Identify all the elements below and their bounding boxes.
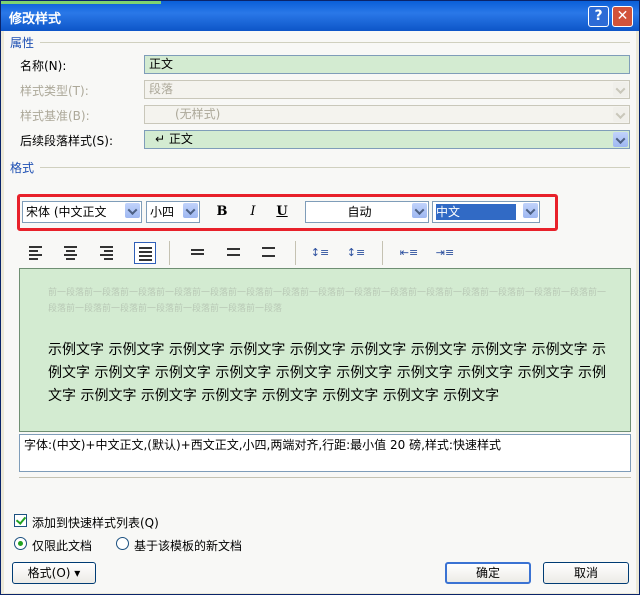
modify-style-dialog: 修改样式 ? ✕ 属性 名称(N): 正文 样式类型(T): 段落 样式基准(B… (0, 0, 640, 595)
add-quick-style-checkbox[interactable] (14, 514, 27, 527)
title-bar: 修改样式 ? ✕ (1, 1, 639, 31)
sample-text: 示例文字 示例文字 示例文字 示例文字 示例文字 示例文字 示例文字 示例文字 … (48, 342, 607, 404)
chevron-down-icon (183, 203, 198, 218)
style-preview: 前一段落前一段落前一段落前一段落前一段落前一段落前一段落前一段落前一段落前一段落… (19, 268, 631, 432)
toolbar-separator (382, 241, 383, 265)
properties-group-label: 属性 (10, 36, 35, 50)
increase-indent-icon[interactable]: ⇥≡ (434, 242, 456, 264)
one-half-spacing-icon (227, 248, 240, 258)
dialog-body: 属性 名称(N): 正文 样式类型(T): 段落 样式基准(B): (无样式) … (4, 31, 636, 593)
chevron-down-icon (125, 203, 140, 218)
chevron-down-icon (613, 107, 628, 122)
name-input[interactable]: 正文 (144, 55, 630, 74)
style-type-value: 段落 (149, 82, 174, 96)
next-style-value: ↵ 正文 (155, 132, 193, 146)
template-docs-radio[interactable] (116, 537, 129, 550)
align-right-button[interactable] (96, 242, 118, 264)
next-style-dropdown[interactable]: ↵ 正文 (144, 130, 630, 149)
one-half-spacing-button[interactable] (223, 242, 245, 264)
script-value: 中文 (436, 204, 516, 220)
next-style-label: 后续段落样式(S): (20, 134, 114, 148)
group-divider (40, 42, 630, 43)
template-docs-label: 基于该模板的新文档 (134, 539, 243, 553)
font-size-dropdown[interactable]: 小四 (146, 201, 200, 223)
ok-button[interactable]: 确定 (445, 562, 531, 584)
single-spacing-icon (191, 249, 204, 257)
style-base-dropdown[interactable]: (无样式) (144, 105, 630, 124)
justify-button[interactable] (134, 242, 156, 264)
bold-button[interactable]: B (213, 203, 231, 221)
double-spacing-icon (262, 247, 275, 259)
add-quick-style-label: 添加到快速样式列表(Q) (32, 516, 159, 530)
style-type-dropdown[interactable]: 段落 (144, 80, 630, 99)
justify-icon (139, 247, 152, 263)
style-type-label: 样式类型(T): (20, 84, 89, 98)
dialog-title: 修改样式 (9, 12, 62, 27)
style-description: 字体:(中文)+中文正文,(默认)+西文正文,小四,两端对齐,行距:最小值 20… (19, 434, 631, 472)
italic-button[interactable]: I (244, 203, 262, 221)
only-this-document-radio[interactable] (14, 537, 27, 550)
chevron-down-icon (523, 203, 538, 218)
format-menu-button[interactable]: 格式(O) ▾ (12, 562, 96, 584)
style-base-value: (无样式) (175, 107, 221, 121)
align-right-icon (100, 246, 113, 262)
font-dropdown[interactable]: 宋体 (中文正文 (22, 201, 142, 223)
align-left-icon (29, 246, 42, 262)
font-value: 宋体 (中文正文 (26, 205, 107, 219)
align-left-button[interactable] (25, 242, 47, 264)
toolbar-separator (169, 241, 170, 265)
font-color-value: 自动 (347, 205, 372, 219)
chevron-down-icon (412, 203, 427, 218)
increase-paragraph-spacing-icon[interactable]: ↕≡ (309, 242, 331, 264)
align-center-button[interactable] (60, 242, 82, 264)
previous-paragraph-text: 前一段落前一段落前一段落前一段落前一段落前一段落前一段落前一段落前一段落前一段落… (48, 288, 607, 314)
toolbar-separator (295, 241, 296, 265)
font-color-dropdown[interactable]: 自动 (305, 201, 429, 223)
underline-button[interactable]: U (273, 203, 291, 221)
only-this-document-label: 仅限此文档 (32, 539, 93, 553)
divider (19, 477, 631, 478)
font-size-value: 小四 (150, 205, 175, 219)
style-base-label: 样式基准(B): (20, 109, 90, 123)
cancel-button[interactable]: 取消 (543, 562, 629, 584)
taskbar-strip (1, 1, 161, 4)
chevron-down-icon (613, 132, 628, 147)
single-spacing-button[interactable] (187, 242, 209, 264)
script-dropdown[interactable]: 中文 (432, 201, 540, 223)
name-label: 名称(N): (20, 59, 67, 73)
format-group-label: 格式 (10, 161, 35, 175)
decrease-paragraph-spacing-icon[interactable]: ↕≡ (345, 242, 367, 264)
close-button[interactable]: ✕ (612, 6, 633, 27)
group-divider (40, 167, 630, 168)
align-center-icon (64, 246, 77, 262)
chevron-down-icon (613, 82, 628, 97)
decrease-indent-icon[interactable]: ⇤≡ (398, 242, 420, 264)
help-button[interactable]: ? (588, 6, 609, 27)
double-spacing-button[interactable] (258, 242, 280, 264)
